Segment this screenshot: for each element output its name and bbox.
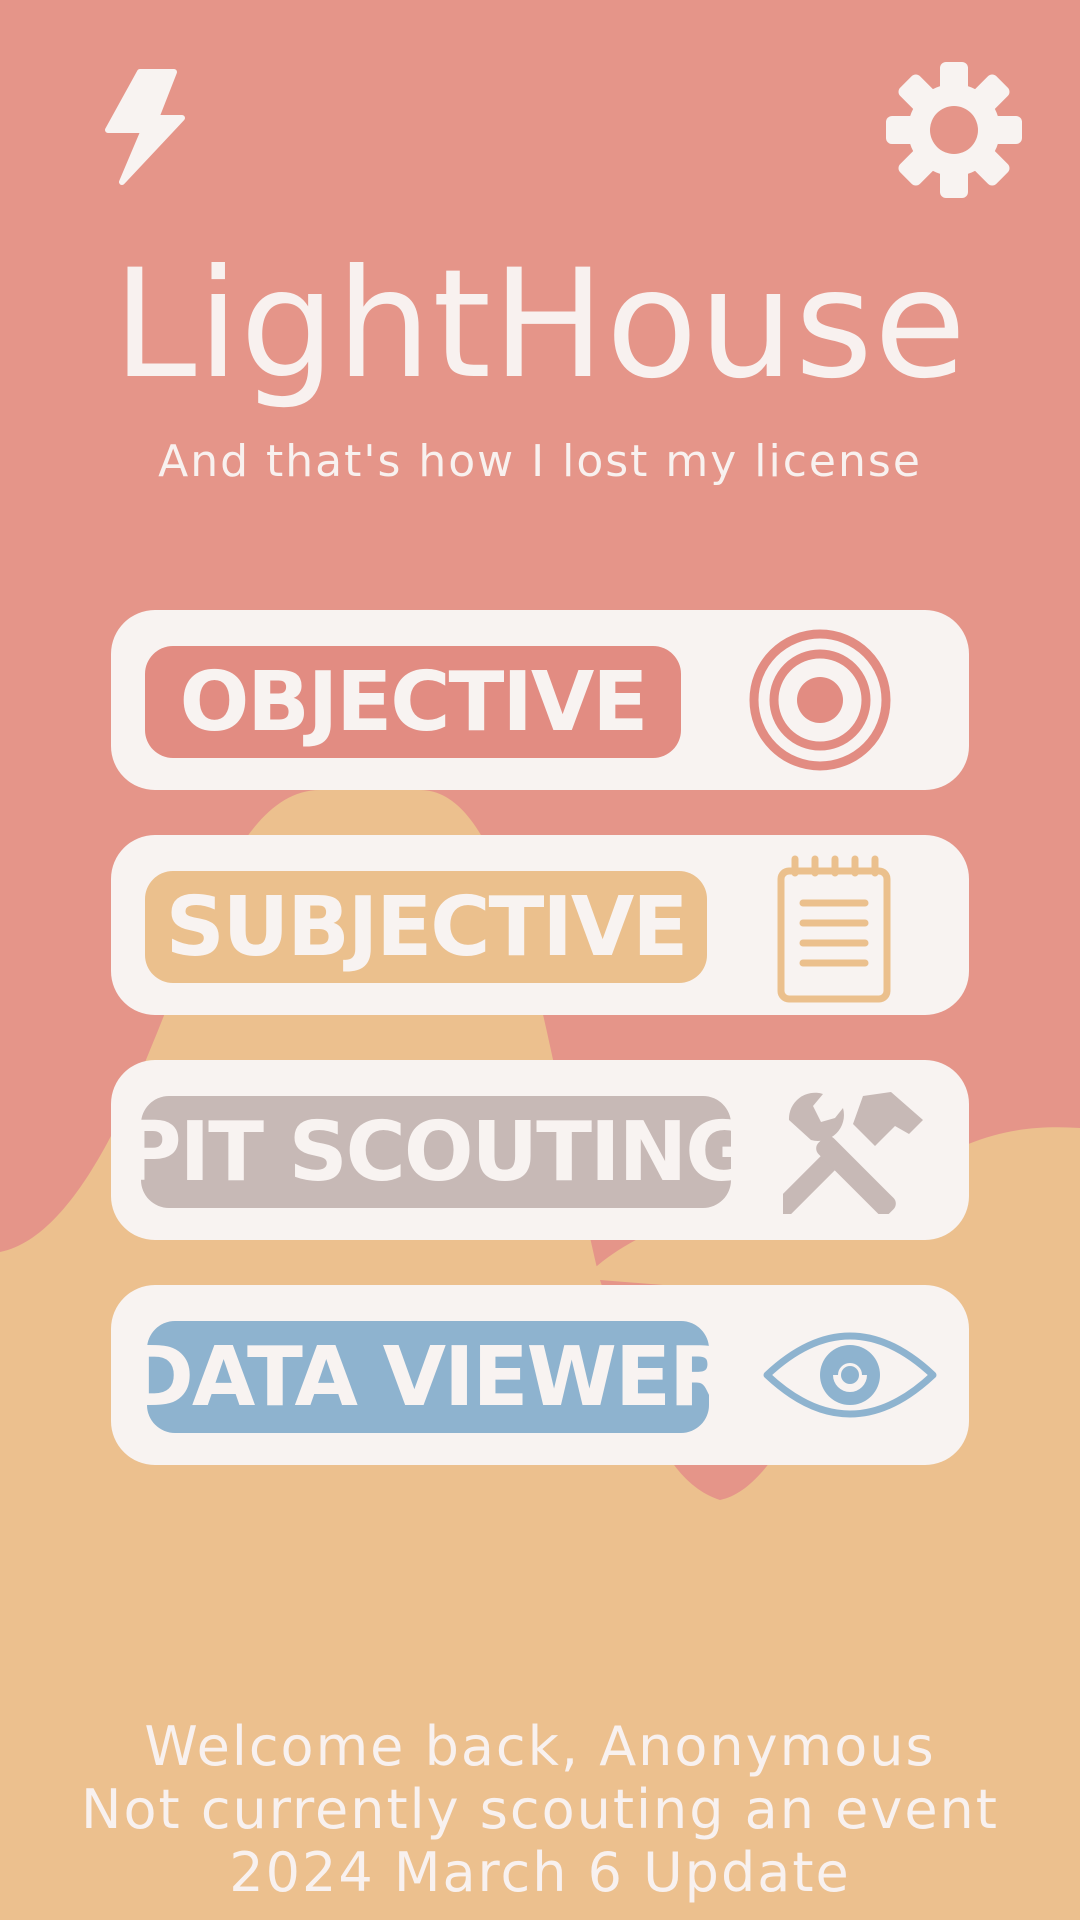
app-subtitle: And that's how I lost my license	[158, 436, 922, 487]
objective-label: OBJECTIVE	[145, 646, 681, 758]
pit-scouting-button[interactable]: PIT SCOUTING	[111, 1060, 969, 1240]
version-text: 2024 March 6 Update	[229, 1841, 851, 1904]
target-icon	[749, 629, 891, 771]
app-title: LightHouse	[112, 238, 968, 412]
tools-icon	[783, 1092, 923, 1214]
eye-icon	[763, 1332, 937, 1418]
pit-scouting-label: PIT SCOUTING	[122, 1096, 753, 1208]
lightning-icon[interactable]	[96, 68, 192, 188]
subjective-label: SUBJECTIVE	[145, 871, 707, 983]
data-viewer-label: DATA VIEWER	[126, 1321, 732, 1433]
gear-icon[interactable]	[884, 60, 1024, 200]
event-status-text: Not currently scouting an event	[81, 1778, 999, 1841]
subjective-button[interactable]: SUBJECTIVE	[111, 835, 969, 1015]
data-viewer-button[interactable]: DATA VIEWER	[111, 1285, 969, 1465]
notepad-icon	[777, 855, 891, 1003]
objective-button[interactable]: OBJECTIVE	[111, 610, 969, 790]
welcome-text: Welcome back, Anonymous	[144, 1715, 936, 1778]
